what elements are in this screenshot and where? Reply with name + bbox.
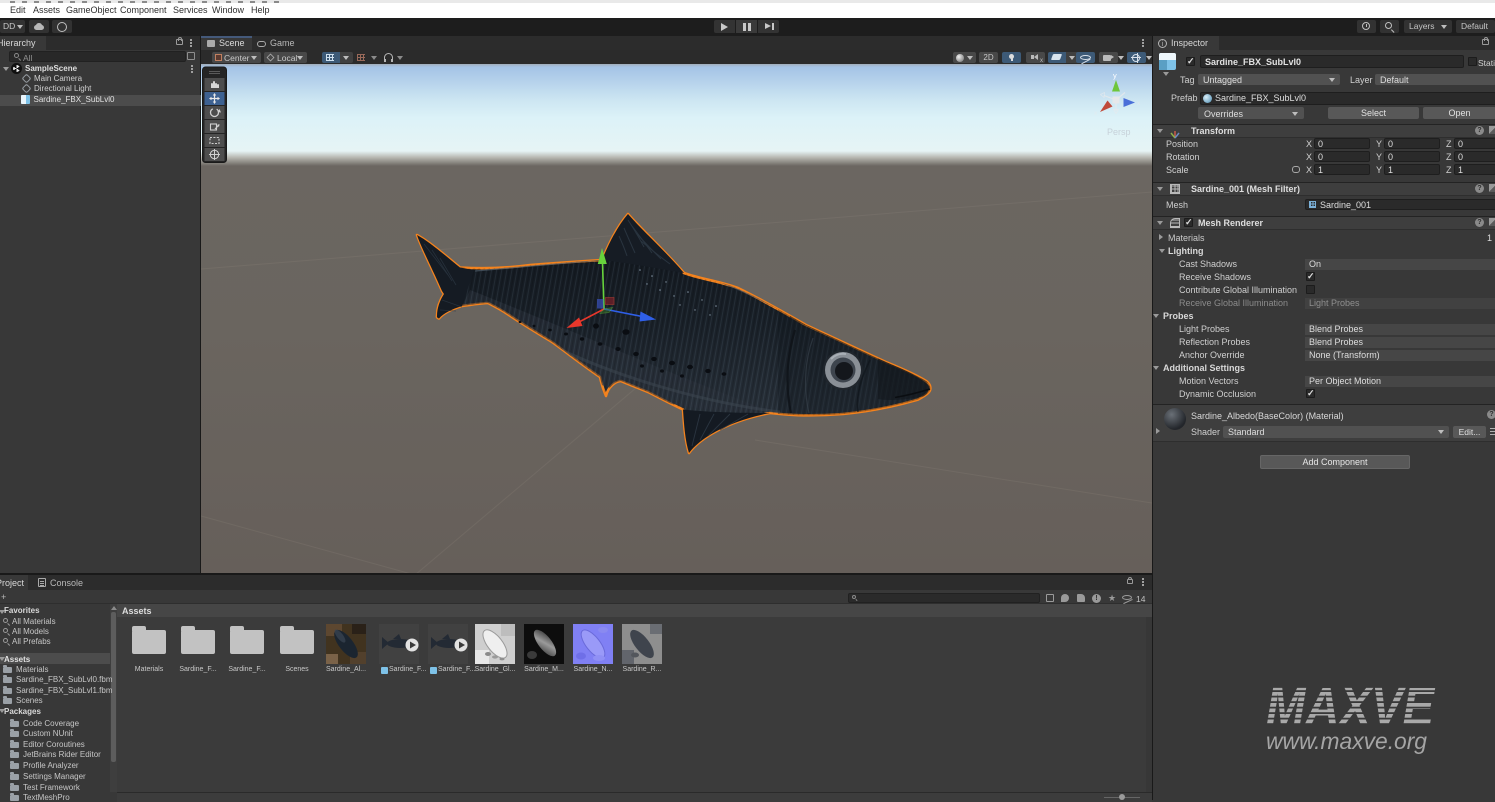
svg-text:www.maxve.org: www.maxve.org [1266, 728, 1427, 754]
svg-text:y: y [1113, 71, 1117, 80]
svg-text:Persp: Persp [1107, 127, 1131, 137]
